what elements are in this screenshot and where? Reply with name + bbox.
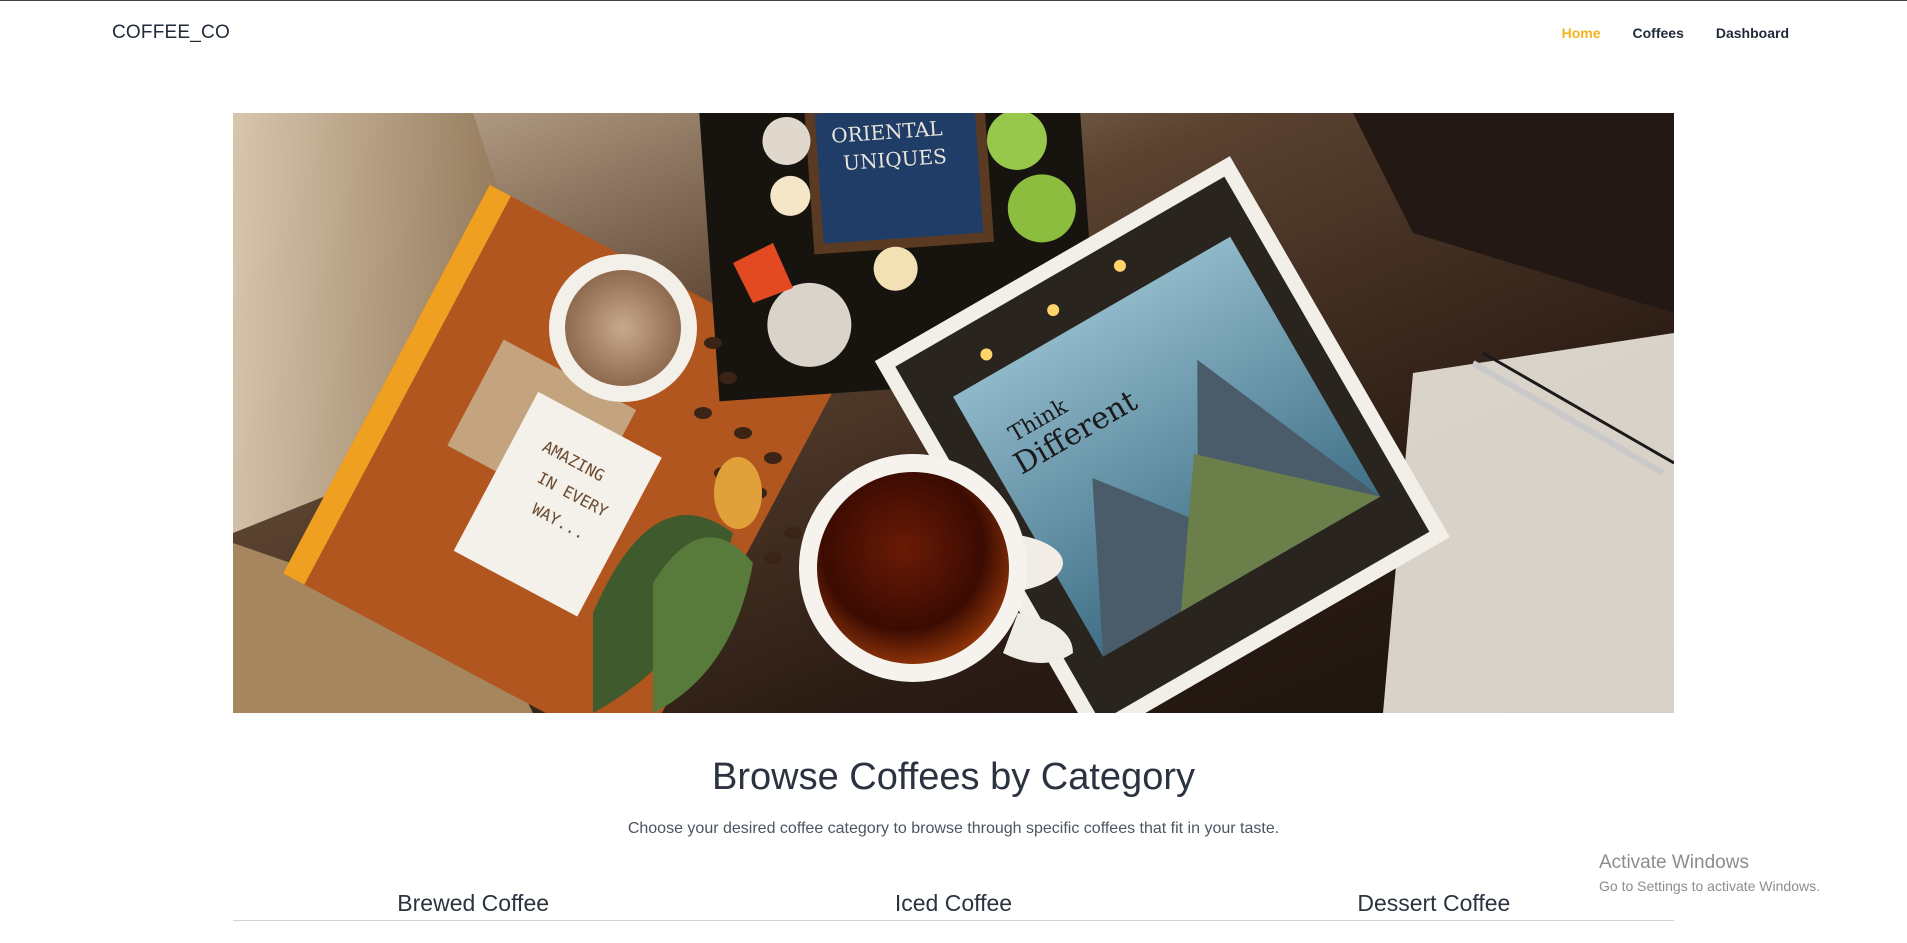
category-tabs: Brewed Coffee Iced Coffee Dessert Coffee [233,890,1674,922]
section-title: Browse Coffees by Category [712,756,1195,798]
windows-activation-watermark: Activate Windows Go to Settings to activ… [1599,852,1820,894]
hero-image: AMAZING IN EVERY WAY... ORIENTAL UNIQUES [233,113,1674,713]
main-nav: Home Coffees Dashboard [1562,25,1789,41]
hero-photo: AMAZING IN EVERY WAY... ORIENTAL UNIQUES [233,113,1674,713]
category-iced-coffee[interactable]: Iced Coffee [713,890,1193,922]
navbar: COFFEE_CO Home Coffees Dashboard [0,0,1907,68]
category-brewed-coffee[interactable]: Brewed Coffee [233,890,713,922]
category-dessert-coffee[interactable]: Dessert Coffee [1194,890,1674,922]
nav-home[interactable]: Home [1562,25,1601,41]
nav-dashboard[interactable]: Dashboard [1716,25,1789,41]
watermark-subtitle: Go to Settings to activate Windows. [1599,878,1820,894]
watermark-title: Activate Windows [1599,852,1749,873]
category-divider [233,920,1674,921]
brand-logo[interactable]: COFFEE_CO [112,22,230,44]
nav-coffees[interactable]: Coffees [1633,25,1684,41]
section-subtitle: Choose your desired coffee category to b… [627,820,1280,837]
